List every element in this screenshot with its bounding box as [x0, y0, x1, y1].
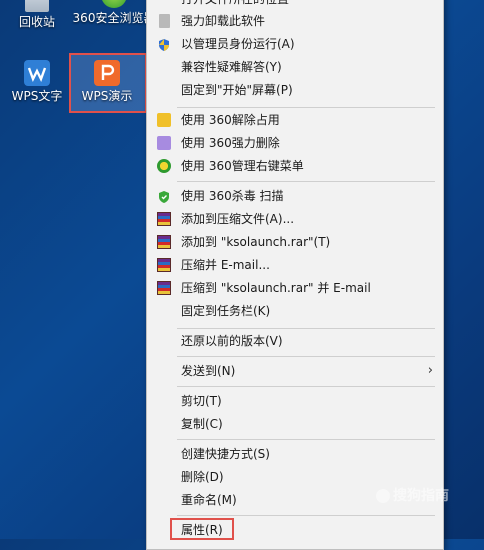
menu-item-label: 添加到 "ksolaunch.rar"(T) — [181, 235, 331, 249]
wps-writer-icon — [24, 60, 50, 86]
menu-item-run-as-admin[interactable]: 以管理员身份运行(A) — [147, 33, 443, 55]
menu-item-label: 剪切(T) — [181, 394, 222, 408]
winrar-icon — [157, 258, 171, 272]
menu-item-restore-versions[interactable]: 还原以前的版本(V) — [147, 330, 443, 352]
wps-presentation-icon — [94, 60, 120, 86]
delete-360-icon — [157, 136, 171, 150]
winrar-icon — [157, 235, 171, 249]
menu-item-cut[interactable]: 剪切(T) — [147, 390, 443, 412]
menu-item-label: 添加到压缩文件(A)... — [181, 212, 295, 226]
menu-item-compress-rar-email[interactable]: 压缩到 "ksolaunch.rar" 并 E-mail — [147, 277, 443, 299]
menu-separator — [177, 515, 435, 516]
menu-item-label: 使用 360管理右键菜单 — [181, 159, 304, 173]
menu-item-compress-email[interactable]: 压缩并 E-mail... — [147, 254, 443, 276]
winrar-icon — [157, 212, 171, 226]
menu-item-label: 创建快捷方式(S) — [181, 447, 270, 461]
menu-item-compatibility[interactable]: 兼容性疑难解答(Y) — [147, 56, 443, 78]
menu-item-label: 固定到任务栏(K) — [181, 304, 271, 318]
menu-item-label: 强力卸载此软件 — [181, 14, 266, 28]
menu-separator — [177, 107, 435, 108]
desktop-icon-label: WPS演示 — [81, 89, 133, 103]
menu-separator — [177, 328, 435, 329]
antivirus-360-icon — [157, 189, 171, 203]
desktop-icon-label: 回收站 — [18, 15, 55, 29]
menu-item-add-to-archive[interactable]: 添加到压缩文件(A)... — [147, 208, 443, 230]
menu-item-pin-to-taskbar[interactable]: 固定到任务栏(K) — [147, 300, 443, 322]
menu-item-360-manage[interactable]: 使用 360管理右键菜单 — [147, 155, 443, 177]
menu-item-label: 发送到(N) — [181, 364, 236, 378]
recycle-bin-icon — [25, 0, 49, 12]
trash-icon — [159, 14, 170, 28]
watermark-text: 搜狗指南 — [393, 488, 449, 504]
menu-item-create-shortcut[interactable]: 创建快捷方式(S) — [147, 443, 443, 465]
menu-separator — [177, 356, 435, 357]
menu-item-add-to-ksolaunch-rar[interactable]: 添加到 "ksolaunch.rar"(T) — [147, 231, 443, 253]
menu-item-label: 使用 360解除占用 — [181, 113, 280, 127]
menu-separator — [177, 181, 435, 182]
menu-item-label: 压缩并 E-mail... — [181, 258, 270, 272]
watermark: 搜狗指南 — [376, 485, 476, 505]
menu-item-send-to[interactable]: 发送到(N) › — [147, 360, 443, 382]
manage-360-icon — [157, 159, 171, 173]
chevron-right-icon: › — [427, 363, 433, 378]
shield-icon — [157, 37, 171, 51]
unlock-360-icon — [157, 113, 171, 127]
browser-360-icon — [101, 0, 127, 8]
menu-item-label: 打开文件所在的位置 — [181, 0, 289, 10]
properties-highlight — [170, 518, 234, 540]
menu-item-label: 复制(C) — [181, 417, 223, 431]
menu-separator — [177, 439, 435, 440]
desktop-icon-360-browser[interactable]: 360安全浏览器 — [72, 0, 156, 26]
context-menu: 打开文件所在的位置 强力卸载此软件 以管理员身份运行(A) 兼容性疑难解答(Y)… — [146, 0, 444, 550]
menu-item-label: 重命名(M) — [181, 493, 237, 507]
menu-item-label: 使用 360杀毒 扫描 — [181, 189, 284, 203]
desktop-icon-label: 360安全浏览器 — [72, 11, 156, 25]
menu-item-360-unlock[interactable]: 使用 360解除占用 — [147, 109, 443, 131]
menu-item-pin-to-start[interactable]: 固定到"开始"屏幕(P) — [147, 79, 443, 101]
desktop-icon-wps-writer[interactable]: WPS文字 — [2, 60, 72, 104]
menu-item-open-file-location[interactable]: 打开文件所在的位置 — [147, 0, 443, 10]
menu-item-360-delete[interactable]: 使用 360强力删除 — [147, 132, 443, 154]
desktop-icon-wps-presentation[interactable]: WPS演示 — [72, 60, 142, 104]
sogou-logo-icon — [376, 489, 390, 503]
menu-separator — [177, 386, 435, 387]
desktop-icon-label: WPS文字 — [11, 89, 63, 103]
winrar-icon — [157, 281, 171, 295]
menu-item-label: 固定到"开始"屏幕(P) — [181, 83, 293, 97]
menu-item-label: 压缩到 "ksolaunch.rar" 并 E-mail — [181, 281, 371, 295]
menu-item-360-scan[interactable]: 使用 360杀毒 扫描 — [147, 185, 443, 207]
menu-item-label: 还原以前的版本(V) — [181, 334, 283, 348]
menu-item-label: 以管理员身份运行(A) — [181, 37, 295, 51]
menu-item-label: 使用 360强力删除 — [181, 136, 280, 150]
desktop-icon-recycle-bin[interactable]: 回收站 — [2, 0, 72, 30]
menu-item-copy[interactable]: 复制(C) — [147, 413, 443, 435]
menu-item-label: 删除(D) — [181, 470, 224, 484]
menu-item-force-uninstall[interactable]: 强力卸载此软件 — [147, 10, 443, 32]
menu-item-label: 兼容性疑难解答(Y) — [181, 60, 282, 74]
